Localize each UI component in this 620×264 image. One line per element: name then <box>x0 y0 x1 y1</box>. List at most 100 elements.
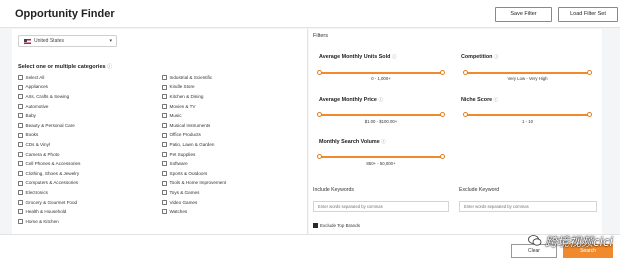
filters-heading: Filters <box>313 33 328 39</box>
category-checkbox[interactable] <box>18 199 23 205</box>
exclude-keyword-label: Exclude Keyword <box>459 187 500 193</box>
category-checkbox[interactable] <box>18 209 23 215</box>
slider-min-handle[interactable] <box>463 112 468 118</box>
category-checkbox[interactable] <box>18 161 23 167</box>
category-checkbox[interactable] <box>162 84 167 90</box>
category-checkbox[interactable] <box>18 180 23 186</box>
watermark-text: 跨境视频cici <box>545 235 613 249</box>
category-label: Movies & TV <box>169 103 196 109</box>
slider-max-handle[interactable] <box>587 70 592 76</box>
category-checkbox[interactable] <box>162 190 167 196</box>
category-checkbox[interactable] <box>18 94 23 100</box>
category-checkbox[interactable] <box>18 75 23 80</box>
avg-units-sold-values: 0 - 1,000+ <box>371 76 391 81</box>
info-icon[interactable]: ⓘ <box>381 139 386 144</box>
category-label: Kindle Store <box>169 84 195 90</box>
category-label: Industrial & Scientific <box>169 74 213 80</box>
category-checkbox[interactable] <box>162 113 167 119</box>
marketplace-select[interactable]: United States ▾ <box>18 35 117 47</box>
slider-min-handle[interactable] <box>317 70 322 76</box>
slider-min-handle[interactable] <box>317 112 322 118</box>
niche-score-label: Niche Score <box>461 97 493 103</box>
category-label: Books <box>25 132 39 138</box>
categories-heading-text: Select one or multiple categories <box>18 64 106 70</box>
category-checkbox[interactable] <box>162 209 167 215</box>
slider-max-handle[interactable] <box>587 112 592 118</box>
category-checkbox[interactable] <box>162 122 167 128</box>
category-label: Kitchen & Dining <box>169 93 204 99</box>
category-label: Camera & Photo <box>25 151 60 157</box>
category-label: Office Products <box>169 132 201 138</box>
info-icon[interactable]: ⓘ <box>494 54 499 59</box>
slider-max-handle[interactable] <box>440 112 445 118</box>
slider-min-handle[interactable] <box>463 70 468 76</box>
category-label: Sports & Outdoors <box>169 170 208 176</box>
category-label: Baby <box>25 113 36 119</box>
category-checkbox[interactable] <box>18 218 23 224</box>
avg-units-sold-title: Average Monthly Units Sold ⓘ <box>319 54 396 60</box>
save-filter-button[interactable]: Save Filter <box>495 7 552 22</box>
competition-title: Competition ⓘ <box>461 54 498 60</box>
load-filter-set-button[interactable]: Load Filter Set <box>558 7 618 22</box>
niche-score-values: 1 - 10 <box>522 119 533 124</box>
category-label: Watches <box>169 209 188 215</box>
category-checkbox[interactable] <box>162 151 167 157</box>
info-icon[interactable]: ⓘ <box>392 54 397 59</box>
category-checkbox[interactable] <box>18 142 23 148</box>
info-icon[interactable]: ⓘ <box>378 97 383 102</box>
info-icon[interactable]: ⓘ <box>494 97 499 102</box>
category-checkbox[interactable] <box>18 151 23 157</box>
category-checkbox[interactable] <box>162 132 167 138</box>
avg-units-sold-label: Average Monthly Units Sold <box>319 54 391 60</box>
category-checkbox[interactable] <box>162 75 167 80</box>
category-label: Beauty & Personal Care <box>25 122 75 128</box>
category-label: Music <box>169 113 182 119</box>
category-checkbox[interactable] <box>18 113 23 119</box>
category-label: CDs & Vinyl <box>25 141 50 147</box>
include-keywords-input[interactable] <box>313 201 449 212</box>
category-checkbox[interactable] <box>18 122 23 128</box>
categories-heading: Select one or multiple categories ⓘ <box>18 63 112 70</box>
avg-units-sold-slider[interactable] <box>317 70 445 76</box>
competition-values: Very Low - Very High <box>507 76 548 81</box>
exclude-keyword-input[interactable] <box>459 201 597 212</box>
category-label: Select All <box>25 74 45 80</box>
category-checkbox[interactable] <box>18 190 23 196</box>
competition-slider[interactable] <box>463 70 592 76</box>
category-label: Appliances <box>25 84 48 90</box>
category-checkbox[interactable] <box>162 199 167 205</box>
category-checkbox[interactable] <box>162 142 167 148</box>
category-checkbox[interactable] <box>18 84 23 90</box>
slider-max-handle[interactable] <box>440 70 445 76</box>
wechat-icon <box>528 235 542 246</box>
category-checkbox[interactable] <box>162 180 167 186</box>
exclude-top-brands-checkbox[interactable] <box>313 223 318 228</box>
slider-max-handle[interactable] <box>440 154 445 160</box>
category-label: Clothing, Shoes & Jewelry <box>25 170 80 176</box>
category-checkbox[interactable] <box>162 94 167 100</box>
page-title: Opportunity Finder <box>15 8 115 20</box>
opportunity-finder-page: Opportunity Finder Save Filter Load Filt… <box>0 0 620 264</box>
category-label: Arts, Crafts & Sewing <box>25 93 70 99</box>
category-checkbox[interactable] <box>18 132 23 138</box>
niche-score-slider[interactable] <box>463 112 592 118</box>
search-volume-slider[interactable] <box>317 154 445 160</box>
exclude-top-brands-row[interactable]: Exclude Top Brands <box>313 223 360 228</box>
category-label: Automotive <box>25 103 49 109</box>
category-checkbox[interactable] <box>18 103 23 109</box>
header-bar: Opportunity Finder Save Filter Load Filt… <box>0 0 620 28</box>
category-checkbox[interactable] <box>18 170 23 176</box>
info-icon[interactable]: ⓘ <box>107 64 112 70</box>
slider-min-handle[interactable] <box>317 154 322 160</box>
avg-price-label: Average Monthly Price <box>319 97 377 103</box>
category-checkbox[interactable] <box>162 170 167 176</box>
category-checkbox[interactable] <box>162 161 167 167</box>
avg-price-slider[interactable] <box>317 112 445 118</box>
search-volume-label: Monthly Search Volume <box>319 139 380 145</box>
category-label: Computers & Accessories <box>25 180 79 186</box>
category-label: Pet Supplies <box>169 151 196 157</box>
category-checkbox[interactable] <box>162 103 167 109</box>
category-label: Patio, Lawn & Garden <box>169 141 215 147</box>
category-label: Home & Kitchen <box>25 218 59 224</box>
category-label: Cell Phones & Accessories <box>25 161 81 167</box>
